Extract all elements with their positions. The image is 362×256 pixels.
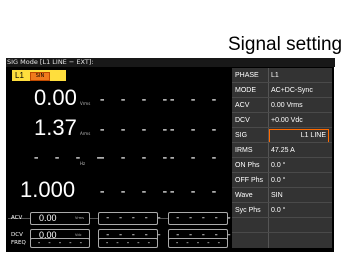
row-separator [268, 203, 269, 218]
acv-value: 0.00 [39, 213, 57, 223]
row-separator [268, 218, 269, 233]
current-unit: Arms [80, 131, 91, 136]
setting-value: +0.00 Vdc [271, 117, 303, 124]
setting-value: 47.25 A [271, 147, 295, 154]
setting-value: 0.00 Vrms [271, 102, 303, 109]
freq-l3-field[interactable]: - - - - - [168, 238, 228, 248]
row-separator [268, 143, 269, 158]
voltage-unit: Vrms [80, 101, 91, 106]
frequency-unit: Hz [80, 161, 86, 166]
freq-label: FREQ [11, 240, 26, 246]
acv-l2-dashes: - - - - - [105, 213, 163, 223]
freq-l2-dashes: - - - - - [105, 239, 152, 247]
voltage-l3-dashes: - - - - [168, 92, 242, 108]
setting-value: L1 [271, 72, 279, 79]
setting-row-on-phase[interactable]: ON Phs 0.0 ° [232, 158, 332, 173]
setting-row-irms[interactable]: IRMS 47.25 A [232, 143, 332, 158]
acv-field[interactable]: 0.00 Vrms [30, 212, 90, 225]
settings-panel: PHASE L1 MODE AC+DC-Sync ACV 0.00 Vrms D… [232, 68, 332, 248]
setting-value: SIN [271, 192, 283, 199]
setting-row-off-phase[interactable]: OFF Phs 0.0 ° [232, 173, 332, 188]
pf-l3-dashes: - - - - [168, 184, 242, 200]
setting-key: IRMS [235, 147, 253, 154]
dcv-label: DCV [11, 232, 23, 238]
frequency-l2-dashes: - - - - [98, 150, 172, 166]
waveform-badge: SIN [30, 72, 50, 81]
signal-setting-callout: Signal setting [228, 34, 343, 55]
acv-l3-dashes: - - - - - [175, 213, 233, 223]
setting-row-wave[interactable]: Wave SIN [232, 188, 332, 203]
row-separator [268, 98, 269, 113]
setting-row-sig[interactable]: SIG L1 LINE [232, 128, 332, 143]
row-separator [268, 173, 269, 188]
setting-key: ON Phs [235, 162, 260, 169]
row-separator [268, 83, 269, 98]
freq-field[interactable]: - - - - - [30, 238, 90, 248]
voltage-readout: 0.00 [34, 85, 77, 110]
row-separator [268, 68, 269, 83]
screen-title: SIG Mode [L1 LINE − EXT]: [6, 58, 335, 67]
acv-label: ACV [11, 215, 23, 221]
phase-tab-l1[interactable]: L1 SIN [12, 70, 66, 81]
setting-key: PHASE [235, 72, 259, 79]
setting-key: Syc Phs [235, 207, 261, 214]
setting-row-sync-phase[interactable]: Syc Phs 0.0 ° [232, 203, 332, 218]
frequency-l3-dashes: - - - - [168, 150, 242, 166]
setting-row-dcv[interactable]: DCV +0.00 Vdc [232, 113, 332, 128]
setting-row-acv[interactable]: ACV 0.00 Vrms [232, 98, 332, 113]
setting-row-phase[interactable]: PHASE L1 [232, 68, 332, 83]
instrument-screen: SIG Mode [L1 LINE − EXT]: L1 SIN 0.00 Vr… [6, 58, 335, 252]
acv-l3-field[interactable]: - - - - - [168, 212, 232, 225]
current-l2-dashes: - - - - [98, 122, 172, 138]
freq-l3-dashes: - - - - - [175, 239, 222, 247]
setting-key: MODE [235, 87, 256, 94]
setting-value: AC+DC-Sync [271, 87, 313, 94]
freq-value: - - - - - [37, 239, 84, 247]
setting-value: 0.0 ° [271, 162, 286, 169]
setting-row-mode[interactable]: MODE AC+DC-Sync [232, 83, 332, 98]
sig-value: L1 LINE [300, 132, 326, 139]
setting-key: DCV [235, 117, 250, 124]
setting-key: Wave [235, 192, 253, 199]
acv-l2-field[interactable]: - - - - - [98, 212, 162, 225]
setting-key: SIG [235, 132, 248, 139]
row-separator [268, 158, 269, 173]
pf-l2-dashes: - - - - [98, 184, 172, 200]
power-factor-readout: 1.000 [20, 177, 76, 202]
setting-row-empty [232, 233, 332, 248]
setting-row-empty [232, 218, 332, 233]
row-separator [268, 113, 269, 128]
setting-key: OFF Phs [235, 177, 264, 184]
frequency-readout: - - - - [32, 150, 106, 166]
row-separator [268, 188, 269, 203]
current-l3-dashes: - - - - [168, 122, 242, 138]
phase-tab-label: L1 [15, 71, 24, 80]
setting-value: 0.0 ° [271, 177, 286, 184]
setting-key: ACV [235, 102, 250, 109]
row-separator [268, 233, 269, 248]
acv-unit: Vrms [75, 216, 85, 220]
voltage-l2-dashes: - - - - [98, 92, 172, 108]
sig-selection-box[interactable]: L1 LINE [269, 129, 329, 143]
setting-value: 0.0 ° [271, 207, 286, 214]
freq-l2-field[interactable]: - - - - - [98, 238, 158, 248]
measurement-panel: L1 SIN 0.00 Vrms - - - - - - - - 1.37 Ar… [8, 68, 239, 248]
current-readout: 1.37 [34, 115, 77, 140]
